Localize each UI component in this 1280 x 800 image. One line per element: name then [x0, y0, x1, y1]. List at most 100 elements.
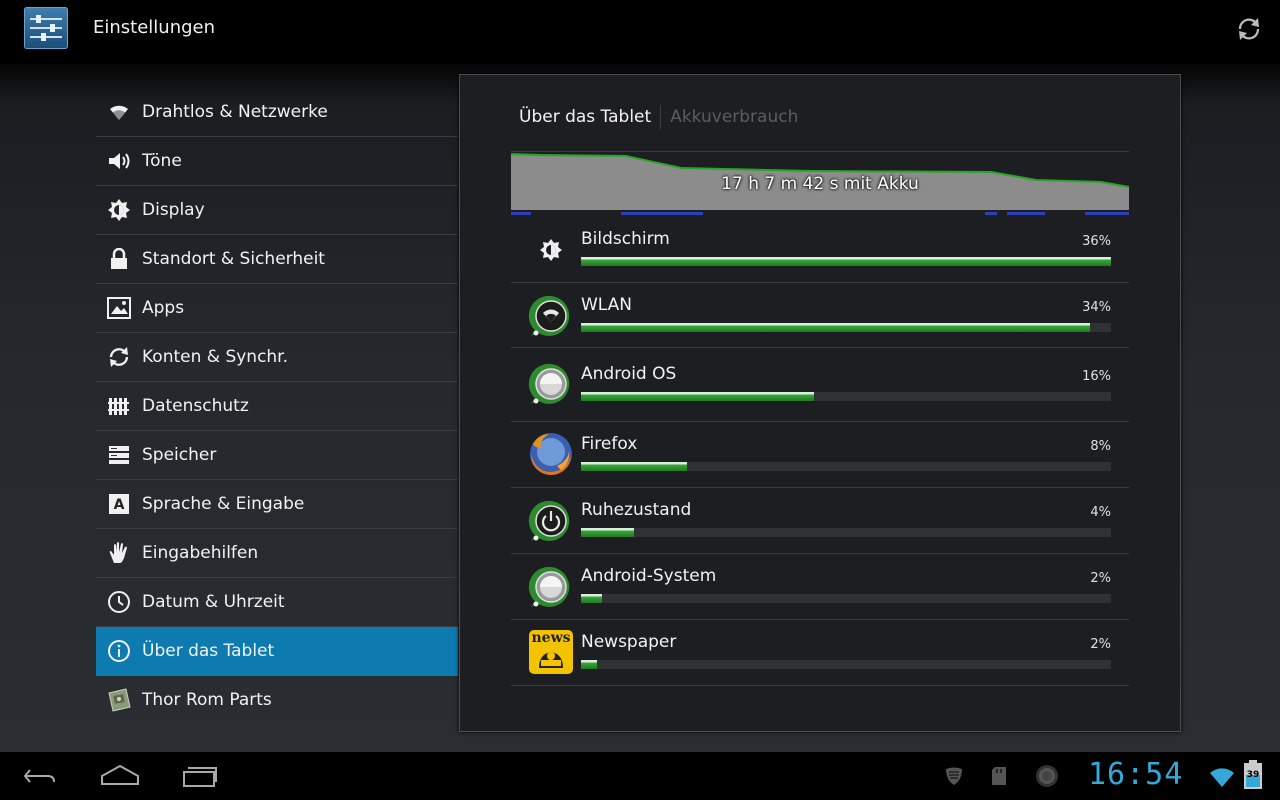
- system-bar: 16:54 39: [0, 752, 1280, 800]
- sidebar-item-date-time[interactable]: Datum & Uhrzeit: [96, 578, 458, 627]
- sidebar-item-label: Apps: [142, 298, 185, 318]
- speaker-icon: [96, 137, 142, 185]
- breadcrumb-divider: [660, 105, 662, 129]
- usage-percent: 16%: [1082, 369, 1111, 384]
- brightness-icon: [96, 186, 142, 234]
- sidebar-item-location-security[interactable]: Standort & Sicherheit: [96, 235, 458, 284]
- refresh-icon[interactable]: [1234, 14, 1264, 44]
- sidebar-item-label: Konten & Synchr.: [142, 347, 289, 367]
- usage-bar-fill: [581, 594, 603, 603]
- sidebar-item-label: Datenschutz: [142, 396, 249, 416]
- battery-icon[interactable]: 39: [1244, 760, 1262, 790]
- battery-level-text: 39: [1246, 770, 1260, 780]
- usage-percent: 34%: [1082, 300, 1111, 315]
- app-title: Einstellungen: [93, 17, 216, 38]
- action-bar: Einstellungen: [0, 0, 1280, 64]
- wifi-app-icon: [527, 292, 575, 340]
- sidebar-item-storage[interactable]: Speicher: [96, 431, 458, 480]
- wifi-icon: [96, 88, 142, 136]
- usage-percent: 2%: [1090, 637, 1111, 652]
- sidebar-item-accounts-sync[interactable]: Konten & Synchr.: [96, 333, 458, 382]
- sidebar-item-privacy[interactable]: Datenschutz: [96, 382, 458, 431]
- usage-row-firefox[interactable]: Firefox 8%: [511, 422, 1129, 488]
- charging-segment: [511, 212, 531, 215]
- settings-sidebar: Drahtlos & Netzwerke Töne Display Stando…: [96, 88, 458, 724]
- usage-row-android-system[interactable]: Android-System 2%: [511, 554, 1129, 620]
- sidebar-item-label: Datum & Uhrzeit: [142, 592, 285, 612]
- clock[interactable]: 16:54: [1088, 757, 1183, 792]
- usage-name: WLAN: [581, 295, 633, 315]
- usage-bar-fill: [581, 660, 597, 669]
- sidebar-item-label: Töne: [142, 151, 182, 171]
- back-button[interactable]: [20, 762, 58, 794]
- breadcrumb-about-tablet[interactable]: Über das Tablet: [519, 107, 651, 127]
- sidebar-item-about-tablet[interactable]: Über das Tablet: [96, 627, 458, 676]
- sidebar-item-thor-rom-parts[interactable]: Thor Rom Parts: [96, 676, 458, 724]
- sidebar-item-wireless[interactable]: Drahtlos & Netzwerke: [96, 88, 458, 137]
- usage-name: Android-System: [581, 566, 717, 586]
- usage-name: Bildschirm: [581, 229, 670, 249]
- brightness-icon: [527, 226, 575, 274]
- usage-row-android-os[interactable]: Android OS 16%: [511, 348, 1129, 422]
- shield-icon[interactable]: [944, 766, 964, 790]
- sidebar-item-apps[interactable]: Apps: [96, 284, 458, 333]
- usage-row-newspaper[interactable]: news Newspaper 2%: [511, 620, 1129, 686]
- home-button[interactable]: [100, 762, 140, 794]
- usage-percent: 4%: [1090, 505, 1111, 520]
- usage-bar-fill: [581, 392, 815, 401]
- usage-bar: [581, 392, 1111, 401]
- breadcrumb: Über das Tablet Akkuverbrauch: [519, 105, 798, 129]
- activity-icon[interactable]: [1035, 764, 1059, 792]
- usage-percent: 36%: [1082, 234, 1111, 249]
- sidebar-item-label: Drahtlos & Netzwerke: [142, 102, 328, 122]
- lock-icon: [96, 235, 142, 283]
- recent-apps-button[interactable]: [181, 762, 219, 794]
- charging-segment: [985, 212, 997, 215]
- battery-usage-list: Bildschirm 36% WLAN 34% Android OS 16% F…: [511, 217, 1129, 686]
- wifi-signal-icon[interactable]: [1208, 766, 1236, 792]
- sync-icon: [96, 333, 142, 381]
- usage-bar: [581, 594, 1111, 603]
- usage-row-wlan[interactable]: WLAN 34%: [511, 283, 1129, 348]
- sd-card-icon[interactable]: [991, 766, 1007, 790]
- charging-segment: [621, 212, 703, 215]
- firefox-icon: [527, 430, 575, 478]
- sidebar-item-label: Eingabehilfen: [142, 543, 259, 563]
- apps-icon: [96, 284, 142, 332]
- usage-row-screen[interactable]: Bildschirm 36%: [511, 217, 1129, 283]
- sidebar-item-label: Thor Rom Parts: [142, 690, 272, 710]
- sidebar-item-label: Standort & Sicherheit: [142, 249, 325, 269]
- hand-icon: [96, 529, 142, 577]
- usage-row-idle[interactable]: Ruhezustand 4%: [511, 488, 1129, 554]
- newspaper-icon-text: news: [531, 630, 571, 646]
- usage-name: Android OS: [581, 364, 677, 384]
- privacy-icon: [96, 382, 142, 430]
- language-icon: A: [96, 480, 142, 528]
- usage-bar: [581, 660, 1111, 669]
- sidebar-item-language-input[interactable]: A Sprache & Eingabe: [96, 480, 458, 529]
- battery-usage-panel: Über das Tablet Akkuverbrauch 17 h 7 m 4…: [459, 74, 1181, 732]
- usage-percent: 2%: [1090, 571, 1111, 586]
- sidebar-item-sounds[interactable]: Töne: [96, 137, 458, 186]
- usage-name: Ruhezustand: [581, 500, 692, 520]
- usage-name: Newspaper: [581, 632, 677, 652]
- sidebar-item-display[interactable]: Display: [96, 186, 458, 235]
- battery-history-graph[interactable]: 17 h 7 m 42 s mit Akku: [510, 151, 1130, 218]
- usage-bar: [581, 462, 1111, 471]
- sidebar-item-label: Über das Tablet: [142, 641, 275, 661]
- usage-bar-fill: [581, 528, 634, 537]
- breadcrumb-battery-usage: Akkuverbrauch: [670, 107, 799, 127]
- sidebar-item-accessibility[interactable]: Eingabehilfen: [96, 529, 458, 578]
- usage-bar-fill: [581, 257, 1111, 266]
- clock-icon: [96, 578, 142, 626]
- battery-duration-label: 17 h 7 m 42 s mit Akku: [721, 174, 919, 194]
- usage-bar: [581, 528, 1111, 537]
- storage-icon: [96, 431, 142, 479]
- info-icon: [96, 627, 142, 675]
- usage-percent: 8%: [1090, 439, 1111, 454]
- charging-segment: [1007, 212, 1045, 215]
- usage-name: Firefox: [581, 434, 638, 454]
- usage-bar-fill: [581, 462, 687, 471]
- android-os-icon: [527, 360, 575, 408]
- settings-app-icon[interactable]: [24, 7, 68, 49]
